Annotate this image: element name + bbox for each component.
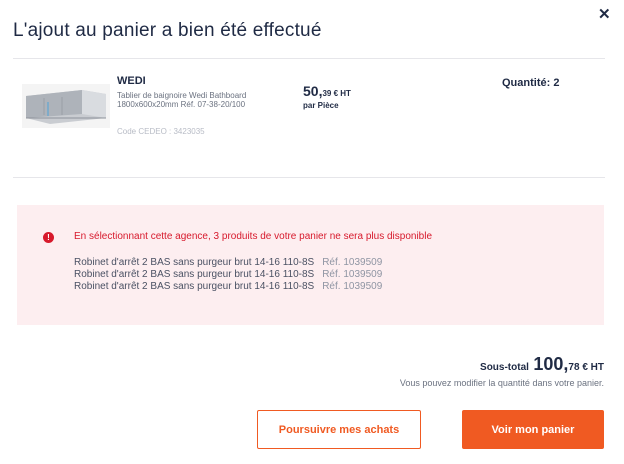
product-name: Robinet d'arrêt 2 BAS sans purgeur brut …: [74, 257, 315, 268]
quantity-note: Vous pouvez modifier la quantité dans vo…: [399, 378, 604, 388]
product-description: Tablier de baignoire Wedi Bathboard 1800…: [117, 91, 287, 109]
product-description-line: Tablier de baignoire Wedi Bathboard: [117, 91, 247, 100]
product-price: 50,39 € HT: [303, 83, 351, 101]
divider: [13, 58, 605, 59]
list-item: Robinet d'arrêt 2 BAS sans purgeur brut …: [74, 257, 382, 269]
product-description-line: 1800x600x20mm Réf. 07-38-20/100: [117, 100, 246, 109]
product-code: Code CEDEO : 3423035: [117, 127, 205, 136]
subtotal-amount: 100,: [533, 354, 569, 374]
divider: [13, 177, 605, 178]
subtotal-cents: 78 € HT: [568, 362, 604, 373]
modal-title: L'ajout au panier a bien été effectué: [13, 20, 322, 41]
product-ref: Réf. 1039509: [322, 257, 383, 268]
product-brand: WEDI: [117, 75, 146, 87]
error-icon: !: [43, 232, 54, 243]
quantity-label: Quantité: 2: [502, 77, 560, 89]
subtotal-label: Sous-total: [480, 362, 529, 373]
product-name: Robinet d'arrêt 2 BAS sans purgeur brut …: [74, 269, 315, 280]
price-main: 50,: [303, 83, 323, 99]
availability-alert: ! En sélectionnant cette agence, 3 produ…: [17, 205, 604, 325]
view-cart-button[interactable]: Voir mon panier: [462, 410, 604, 449]
product-ref: Réf. 1039509: [322, 269, 383, 280]
unavailable-products-list: Robinet d'arrêt 2 BAS sans purgeur brut …: [74, 257, 382, 293]
list-item: Robinet d'arrêt 2 BAS sans purgeur brut …: [74, 269, 382, 281]
close-icon[interactable]: ✕: [598, 6, 611, 24]
price-unit: par Pièce: [303, 101, 339, 110]
product-name: Robinet d'arrêt 2 BAS sans purgeur brut …: [74, 281, 315, 292]
alert-message: En sélectionnant cette agence, 3 produit…: [74, 231, 433, 242]
list-item: Robinet d'arrêt 2 BAS sans purgeur brut …: [74, 281, 382, 293]
subtotal: Sous-total 100,78 € HT: [480, 354, 604, 375]
price-cents: 39 € HT: [322, 89, 351, 98]
add-to-cart-modal: ✕ L'ajout au panier a bien été effectué …: [0, 0, 624, 464]
bathtub-panel-image: [22, 84, 110, 128]
product-ref: Réf. 1039509: [322, 281, 383, 292]
continue-shopping-button[interactable]: Poursuivre mes achats: [257, 410, 421, 449]
